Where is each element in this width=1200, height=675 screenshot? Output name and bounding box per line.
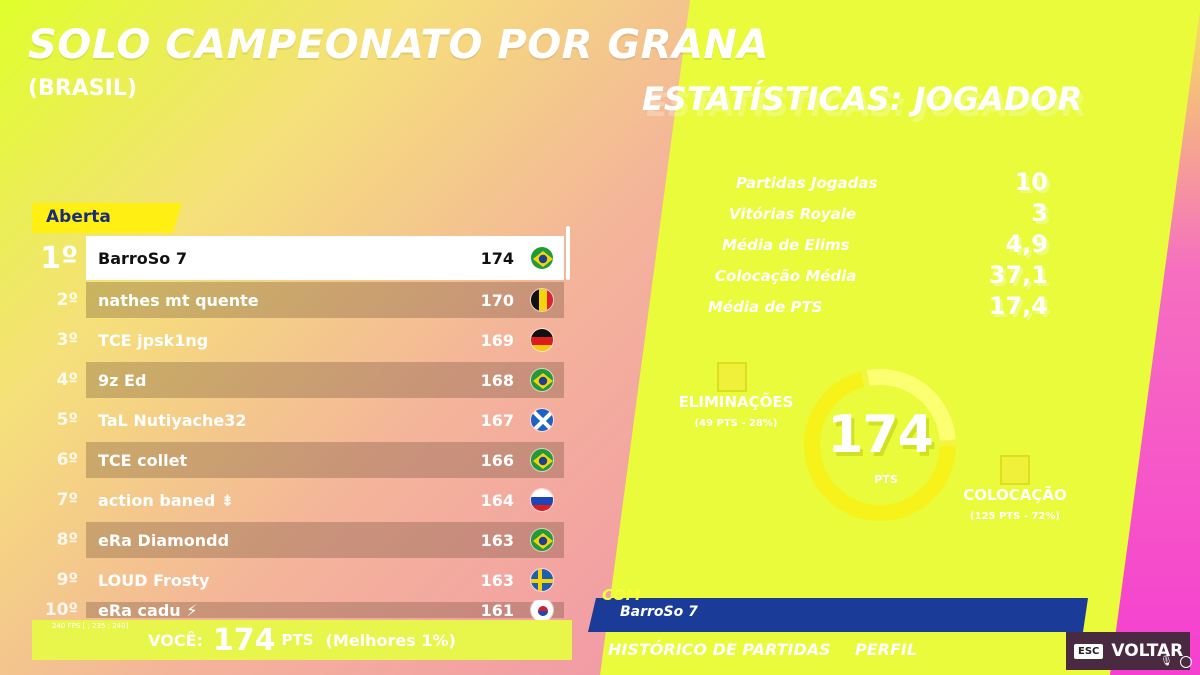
stat-row: Vitórias Royale 3 — [700, 199, 1060, 230]
eliminations-marker-icon — [717, 362, 747, 392]
status-circle-icon[interactable] — [1180, 656, 1192, 668]
player-stats-list: Partidas Jogadas 10 Vitórias Royale 3 Mé… — [700, 168, 1060, 323]
row-rank: 5º — [56, 410, 78, 430]
row-points: 163 — [480, 570, 514, 590]
south-korea-flag-icon — [530, 600, 554, 620]
your-score-bar: 240 FPS [ ; 235 ; 240] VOCÊ: 174 PTS (Me… — [32, 620, 572, 660]
you-percentile: (Melhores 1%) — [325, 630, 456, 650]
row-points: 168 — [480, 370, 514, 390]
row-player-name: TaL Nutiyache32 — [98, 410, 247, 430]
you-points-unit: PTS — [281, 631, 314, 649]
leaderboard-list: 1º BarroSo 7 174 2º nathes mt quente 170… — [32, 236, 564, 620]
player-name: BarroSo 7 — [620, 604, 698, 620]
eliminations-points: (49 PTS - 28%) — [694, 418, 778, 429]
placement-label: COLOCAÇÃO — [963, 486, 1067, 504]
sweden-flag-icon — [530, 568, 554, 592]
leaderboard-scrollbar[interactable] — [566, 226, 570, 280]
stat-row: Média de PTS 17,4 — [700, 292, 1060, 323]
brazil-flag-icon — [530, 528, 554, 552]
leaderboard-row[interactable]: 2º nathes mt quente 170 — [32, 280, 564, 320]
esc-key-icon: ESC — [1074, 643, 1104, 659]
player-tag: COM — [602, 586, 641, 604]
leaderboard-row[interactable]: 3º TCE jpsk1ng 169 — [32, 320, 564, 360]
brazil-flag-icon — [530, 448, 554, 472]
microphone-icon[interactable]: 🎙 — [1160, 656, 1173, 670]
stat-label: Partidas Jogadas — [736, 174, 878, 192]
row-points: 161 — [480, 600, 514, 620]
fps-counter: 240 FPS [ ; 235 ; 240] — [52, 622, 129, 630]
row-points: 164 — [480, 490, 514, 510]
you-label: VOCÊ: — [148, 630, 203, 650]
row-rank: 4º — [56, 370, 78, 390]
russia-flag-icon — [530, 488, 554, 512]
stat-value: 3 — [1031, 199, 1048, 227]
leaderboard-row[interactable]: 8º eRa Diamondd 163 — [32, 520, 564, 560]
stat-label: Média de Elims — [722, 236, 850, 254]
leaderboard-row[interactable]: 6º TCE collet 166 — [32, 440, 564, 480]
row-points: 167 — [480, 410, 514, 430]
row-player-name: TCE collet — [98, 450, 188, 470]
eliminations-label: ELIMINAÇÕES — [678, 393, 794, 411]
leaderboard-row[interactable]: 4º 9z Ed 168 — [32, 360, 564, 400]
page-title: SOLO CAMPEONATO POR GRANA — [28, 22, 769, 68]
stat-value: 4,9 — [1005, 230, 1048, 258]
row-player-name: action baned ⇟ — [98, 490, 235, 510]
stats-title: ESTATÍSTICAS: JOGADOR — [642, 80, 1083, 118]
row-player-name: eRa Diamondd — [98, 530, 230, 550]
leaderboard-row[interactable]: 1º BarroSo 7 174 — [32, 236, 564, 280]
stat-value: 17,4 — [988, 292, 1048, 320]
row-rank: 10º — [44, 600, 78, 620]
brazil-flag-icon — [530, 246, 554, 270]
tab-profile[interactable]: PERFIL — [855, 640, 917, 659]
leaderboard-row[interactable]: 9º LOUD Frosty 163 — [32, 560, 564, 600]
row-points: 169 — [480, 330, 514, 350]
division-tab[interactable]: Aberta — [32, 203, 182, 233]
placement-points: (125 PTS - 72%) — [970, 511, 1060, 522]
stat-label: Vitórias Royale — [729, 205, 857, 223]
score-ring: 174 PTS — [800, 365, 960, 525]
row-player-name: TCE jpsk1ng — [98, 330, 209, 350]
row-points: 163 — [480, 530, 514, 550]
row-rank: 7º — [56, 490, 78, 510]
brazil-flag-icon — [530, 368, 554, 392]
placement-marker-icon — [1000, 455, 1030, 485]
row-rank: 3º — [56, 330, 78, 350]
row-player-name: LOUD Frosty — [98, 570, 210, 590]
stat-label: Colocação Média — [715, 267, 857, 285]
row-points: 174 — [480, 248, 514, 268]
belgium-flag-icon — [530, 288, 554, 312]
leaderboard-row[interactable]: 10º eRa cadu ⚡ 161 — [32, 600, 564, 620]
row-player-name: 9z Ed — [98, 370, 147, 390]
you-points: 174 — [212, 622, 276, 658]
page-subtitle: (BRASIL) — [28, 76, 137, 101]
row-player-name: eRa cadu ⚡ — [98, 600, 198, 620]
row-rank: 2º — [56, 290, 78, 310]
ring-points-unit: PTS — [874, 473, 898, 486]
row-rank: 6º — [56, 450, 78, 470]
ring-total-points: 174 — [827, 405, 934, 465]
row-points: 170 — [480, 290, 514, 310]
tab-match-history[interactable]: HISTÓRICO DE PARTIDAS — [608, 640, 831, 659]
stat-row: Colocação Média 37,1 — [700, 261, 1060, 292]
stat-value: 10 — [1014, 168, 1048, 196]
stat-row: Média de Elims 4,9 — [700, 230, 1060, 261]
stat-value: 37,1 — [988, 261, 1048, 289]
stat-label: Média de PTS — [708, 298, 823, 316]
scotland-flag-icon — [530, 408, 554, 432]
leaderboard-row[interactable]: 5º TaL Nutiyache32 167 — [32, 400, 564, 440]
row-points: 166 — [480, 450, 514, 470]
row-rank: 1º — [40, 240, 78, 276]
leaderboard-row[interactable]: 7º action baned ⇟ 164 — [32, 480, 564, 520]
row-rank: 8º — [56, 530, 78, 550]
row-player-name: nathes mt quente — [98, 290, 259, 310]
row-player-name: BarroSo 7 — [98, 248, 187, 268]
germany-flag-icon — [530, 328, 554, 352]
row-rank: 9º — [56, 570, 78, 590]
stat-row: Partidas Jogadas 10 — [700, 168, 1060, 199]
